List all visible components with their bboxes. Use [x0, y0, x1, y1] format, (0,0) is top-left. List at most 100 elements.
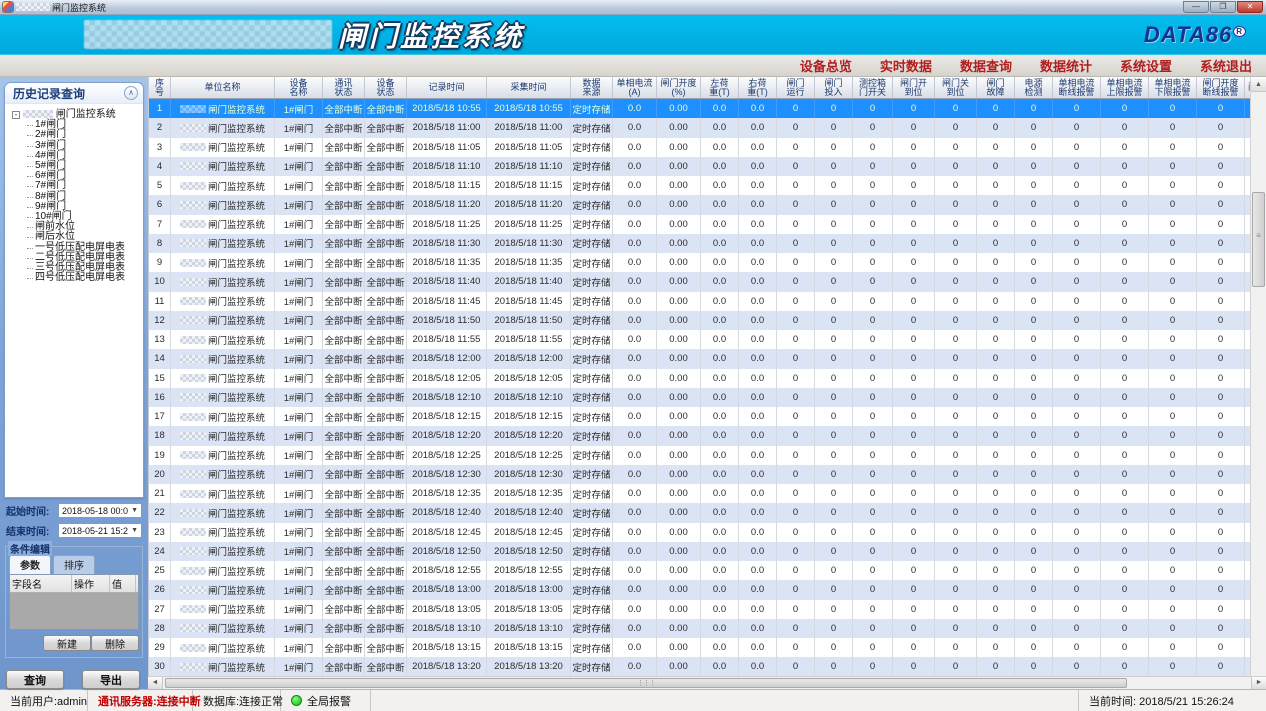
maximize-button[interactable]: ❐ — [1210, 1, 1236, 13]
export-button[interactable]: 导出 — [82, 670, 140, 689]
column-header-1[interactable]: 单位名称 — [171, 77, 275, 98]
column-header-12[interactable]: 闸门运行 — [777, 77, 815, 98]
column-header-18[interactable]: 电源检测 — [1015, 77, 1053, 98]
table-row-26[interactable]: 26闸门监控系统1#闸门全部中断全部中断2018/5/18 13:002018/… — [149, 580, 1250, 599]
new-condition-button[interactable]: 新建 — [43, 635, 91, 651]
column-header-22[interactable]: 闸门开度断线报警 — [1197, 77, 1245, 98]
scroll-left-arrow-icon[interactable]: ◄ — [148, 677, 163, 689]
table-row-21[interactable]: 21闸门监控系统1#闸门全部中断全部中断2018/5/18 12:352018/… — [149, 484, 1250, 503]
column-header-2[interactable]: 设备名称 — [275, 77, 323, 98]
vertical-scrollbar[interactable]: ▲ — [1250, 77, 1266, 676]
scroll-right-arrow-icon[interactable]: ► — [1251, 677, 1266, 689]
cell: 2018/5/18 11:40 — [487, 272, 571, 291]
table-row-3[interactable]: 3闸门监控系统1#闸门全部中断全部中断2018/5/18 11:052018/5… — [149, 138, 1250, 157]
tree-expander-icon[interactable]: - — [12, 111, 20, 119]
vertical-scroll-thumb[interactable] — [1252, 192, 1265, 287]
table-row-10[interactable]: 10闸门监控系统1#闸门全部中断全部中断2018/5/18 11:402018/… — [149, 272, 1250, 291]
cell: 0 — [777, 195, 815, 214]
table-row-12[interactable]: 12闸门监控系统1#闸门全部中断全部中断2018/5/18 11:502018/… — [149, 311, 1250, 330]
column-header-17[interactable]: 闸门故障 — [977, 77, 1015, 98]
menu-item-0[interactable]: 设备总览 — [800, 56, 852, 75]
cell: 2018/5/18 11:50 — [487, 311, 571, 330]
cell: 2018/5/18 12:45 — [487, 523, 571, 542]
column-header-9[interactable]: 闸门开度(%) — [657, 77, 701, 98]
cell: 全部中断 — [323, 465, 365, 484]
table-row-24[interactable]: 24闸门监控系统1#闸门全部中断全部中断2018/5/18 12:502018/… — [149, 542, 1250, 561]
table-row-15[interactable]: 15闸门监控系统1#闸门全部中断全部中断2018/5/18 12:052018/… — [149, 369, 1250, 388]
table-row-17[interactable]: 17闸门监控系统1#闸门全部中断全部中断2018/5/18 12:152018/… — [149, 407, 1250, 426]
column-header-3[interactable]: 通讯状态 — [323, 77, 365, 98]
cell: 0.0 — [613, 195, 657, 214]
table-row-2[interactable]: 2闸门监控系统1#闸门全部中断全部中断2018/5/18 11:002018/5… — [149, 118, 1250, 137]
table-row-18[interactable]: 18闸门监控系统1#闸门全部中断全部中断2018/5/18 12:202018/… — [149, 426, 1250, 445]
column-header-11[interactable]: 右荷重(T) — [739, 77, 777, 98]
column-header-8[interactable]: 单相电流(A) — [613, 77, 657, 98]
collapse-panel-button[interactable]: ∧ — [124, 86, 138, 100]
column-header-10[interactable]: 左荷重(T) — [701, 77, 739, 98]
cell: 2018/5/18 13:10 — [407, 619, 487, 638]
table-row-27[interactable]: 27闸门监控系统1#闸门全部中断全部中断2018/5/18 13:052018/… — [149, 600, 1250, 619]
cell: 全部中断 — [365, 580, 407, 599]
cell: 0.0 — [613, 542, 657, 561]
table-row-9[interactable]: 9闸门监控系统1#闸门全部中断全部中断2018/5/18 11:352018/5… — [149, 253, 1250, 272]
cell: 0 — [1101, 272, 1149, 291]
menu-item-1[interactable]: 实时数据 — [880, 56, 932, 75]
condition-tab-1[interactable]: 排序 — [53, 555, 95, 574]
table-row-19[interactable]: 19闸门监控系统1#闸门全部中断全部中断2018/5/18 12:252018/… — [149, 446, 1250, 465]
column-header-16[interactable]: 闸门关到位 — [935, 77, 977, 98]
delete-condition-button[interactable]: 删除 — [91, 635, 139, 651]
minimize-button[interactable]: — — [1183, 1, 1209, 13]
table-row-7[interactable]: 7闸门监控系统1#闸门全部中断全部中断2018/5/18 11:252018/5… — [149, 215, 1250, 234]
table-row-30[interactable]: 30闸门监控系统1#闸门全部中断全部中断2018/5/18 13:202018/… — [149, 657, 1250, 676]
table-row-8[interactable]: 8闸门监控系统1#闸门全部中断全部中断2018/5/18 11:302018/5… — [149, 234, 1250, 253]
column-header-20[interactable]: 单相电流上限报警 — [1101, 77, 1149, 98]
table-row-29[interactable]: 29闸门监控系统1#闸门全部中断全部中断2018/5/18 13:152018/… — [149, 638, 1250, 657]
column-header-6[interactable]: 采集时间 — [487, 77, 571, 98]
table-row-22[interactable]: 22闸门监控系统1#闸门全部中断全部中断2018/5/18 12:402018/… — [149, 503, 1250, 522]
column-header-13[interactable]: 闸门投入 — [815, 77, 853, 98]
tree-root[interactable]: - 闸门监控系统 — [12, 110, 141, 120]
cell: 0 — [777, 523, 815, 542]
table-row-28[interactable]: 28闸门监控系统1#闸门全部中断全部中断2018/5/18 13:102018/… — [149, 619, 1250, 638]
table-row-6[interactable]: 6闸门监控系统1#闸门全部中断全部中断2018/5/18 11:202018/5… — [149, 195, 1250, 214]
start-time-picker[interactable]: 2018-05-18 00:0 ▼ — [58, 503, 142, 518]
column-header-21[interactable]: 单相电流下限报警 — [1149, 77, 1197, 98]
menu-item-2[interactable]: 数据查询 — [960, 56, 1012, 75]
column-header-0[interactable]: 序号 — [149, 77, 171, 98]
column-header-5[interactable]: 记录时间 — [407, 77, 487, 98]
condition-tab-0[interactable]: 参数 — [9, 555, 51, 574]
table-row-13[interactable]: 13闸门监控系统1#闸门全部中断全部中断2018/5/18 11:552018/… — [149, 330, 1250, 349]
cell: 1#闸门 — [275, 638, 323, 657]
column-header-4[interactable]: 设备状态 — [365, 77, 407, 98]
table-row-25[interactable]: 25闸门监控系统1#闸门全部中断全部中断2018/5/18 12:552018/… — [149, 561, 1250, 580]
table-row-14[interactable]: 14闸门监控系统1#闸门全部中断全部中断2018/5/18 12:002018/… — [149, 349, 1250, 368]
dropdown-arrow-icon[interactable]: ▼ — [131, 527, 138, 534]
tree-item-16[interactable]: 四号低压配电屏电表 — [27, 273, 141, 283]
end-time-picker[interactable]: 2018-05-21 15:2 ▼ — [58, 523, 142, 538]
menu-item-4[interactable]: 系统设置 — [1120, 56, 1172, 75]
menu-item-5[interactable]: 系统退出 — [1200, 56, 1252, 75]
table-row-11[interactable]: 11闸门监控系统1#闸门全部中断全部中断2018/5/18 11:452018/… — [149, 292, 1250, 311]
horizontal-scroll-thumb[interactable] — [165, 678, 1127, 688]
table-row-23[interactable]: 23闸门监控系统1#闸门全部中断全部中断2018/5/18 12:452018/… — [149, 523, 1250, 542]
cell: 2018/5/18 12:50 — [407, 542, 487, 561]
menu-item-3[interactable]: 数据统计 — [1040, 56, 1092, 75]
column-header-14[interactable]: 测控箱门开关 — [853, 77, 893, 98]
column-header-15[interactable]: 闸门开到位 — [893, 77, 935, 98]
table-row-4[interactable]: 4闸门监控系统1#闸门全部中断全部中断2018/5/18 11:102018/5… — [149, 157, 1250, 176]
condition-field-list[interactable]: 字段名操作值 — [9, 574, 139, 630]
close-button[interactable]: ✕ — [1237, 1, 1263, 13]
cell: 0 — [777, 215, 815, 234]
table-row-16[interactable]: 16闸门监控系统1#闸门全部中断全部中断2018/5/18 12:102018/… — [149, 388, 1250, 407]
dropdown-arrow-icon[interactable]: ▼ — [131, 507, 138, 514]
table-row-20[interactable]: 20闸门监控系统1#闸门全部中断全部中断2018/5/18 12:302018/… — [149, 465, 1250, 484]
table-row-5[interactable]: 5闸门监控系统1#闸门全部中断全部中断2018/5/18 11:152018/5… — [149, 176, 1250, 195]
cell: 0 — [1101, 638, 1149, 657]
column-header-7[interactable]: 数据来源 — [571, 77, 613, 98]
table-row-1[interactable]: 1闸门监控系统1#闸门全部中断全部中断2018/5/18 10:552018/5… — [149, 99, 1250, 118]
cell: 25 — [149, 561, 171, 580]
scroll-up-arrow-icon[interactable]: ▲ — [1251, 77, 1266, 92]
horizontal-scrollbar[interactable]: ◄ ► — [148, 676, 1266, 689]
query-button[interactable]: 查询 — [6, 670, 64, 689]
column-header-19[interactable]: 单相电流断线报警 — [1053, 77, 1101, 98]
